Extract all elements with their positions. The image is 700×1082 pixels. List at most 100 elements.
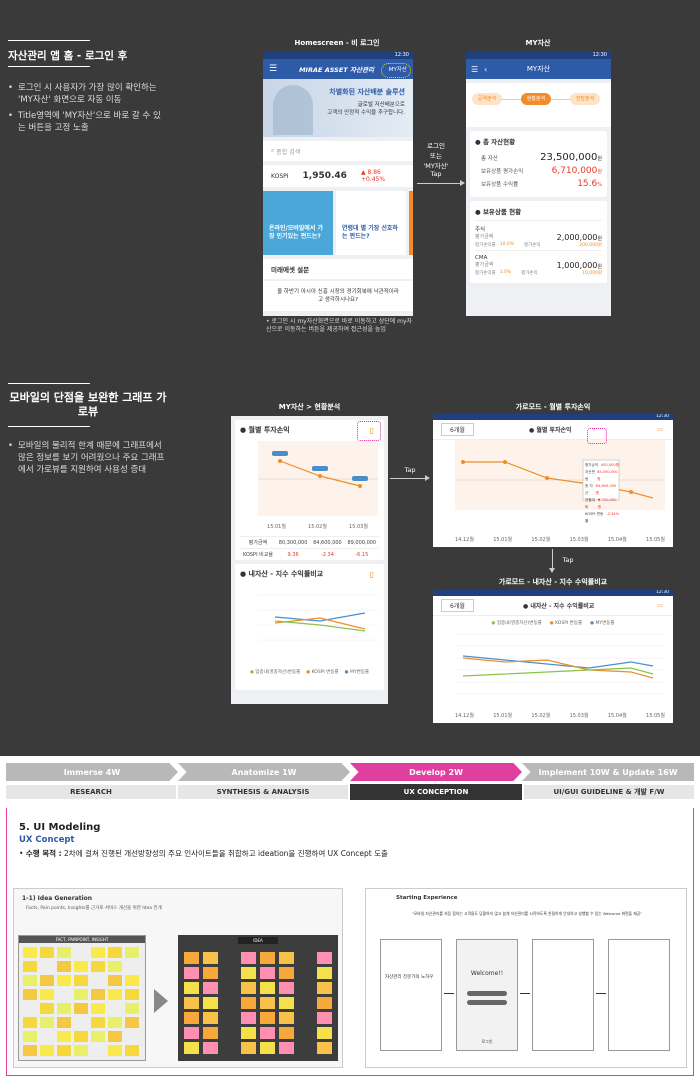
sub-guideline: UI/GUI GUIDELINE & 개발 F/W — [524, 785, 694, 799]
sticky-note — [125, 1017, 139, 1028]
section1-title: 자산관리 앱 홈 - 로그인 후 — [8, 50, 128, 62]
divider — [8, 383, 90, 384]
sticky-note — [279, 997, 294, 1009]
promo-banner[interactable]: 차별화된 자산배분 솔루션 글로벌 자산배분으로 고객의 안정적 수익을 추구합… — [263, 79, 413, 137]
search-bar[interactable]: ⌕ 종합 검색 — [263, 141, 413, 161]
kospi-value: 1,950.46 — [302, 171, 347, 181]
wire-screen — [608, 939, 670, 1051]
rate: 10.0% — [499, 242, 514, 247]
month-tick: 15.04월 — [607, 537, 627, 543]
sticky-note — [184, 997, 199, 1009]
kospi-row[interactable]: KOSPI 1,950.46 ▲ 8.86 +0.45% — [263, 165, 413, 187]
wire-arrow — [444, 993, 454, 994]
phase-develop: Develop 2W — [350, 763, 522, 781]
sticky-note — [40, 1045, 54, 1056]
unit: 원 — [597, 169, 602, 175]
analysis-steps: 공격분석 현황분석 전망분석 — [466, 83, 611, 127]
section2-title: 모바일의 단점을 보완한 그래프 가로뷰 — [9, 391, 167, 418]
my-label: MY자산 — [525, 39, 551, 47]
sticky-note — [184, 982, 199, 994]
sticky-note — [91, 947, 105, 958]
tap-hint: 로그인 또는 'MY자산' Tap — [423, 142, 449, 178]
tooltip-row: 총 자산 84,600,000원 — [585, 483, 619, 497]
label: 평가손익률 — [475, 243, 496, 248]
holding-row: 평가손익률 1.0% 평가손익 10,000원 — [475, 270, 602, 276]
step-analysis-2[interactable]: 현황분석 — [521, 93, 551, 105]
sticky-note — [260, 982, 275, 994]
home-note: • 로그인 시 my자산화면으로 바로 이동하고 상단에 my자산으로 이동하는… — [266, 318, 413, 333]
landscape-icon[interactable]: ▯ — [370, 570, 374, 579]
sticky-note — [91, 1003, 105, 1014]
sticky-note — [317, 967, 332, 979]
table-cell: 9.36 — [275, 548, 311, 560]
sticky-note — [23, 1045, 37, 1056]
table-cell: 89,000,000 — [344, 536, 379, 549]
landscape-icon[interactable]: ▭ — [657, 602, 663, 609]
label: 평가손익률 — [475, 271, 496, 276]
sticky-note — [23, 1031, 37, 1042]
step-analysis-1[interactable]: 공격분석 — [472, 93, 502, 105]
back-icon[interactable]: ‹ — [484, 65, 487, 74]
ui-modeling-section: 5. UI Modeling UX Concept • 수행 목적 : 2차에 … — [6, 808, 694, 1076]
v: -2.34% — [606, 512, 619, 516]
asset-row-value: 15.6% — [577, 179, 602, 189]
month-tick: 15.01월 — [493, 713, 513, 719]
pnl-tooltip: 평가손익 400,000원 자산변동 85,000,000원 총 자산 84,600,00… — [585, 462, 619, 525]
sticky-note — [317, 1027, 332, 1039]
pnl-title: ● 월별 투자손익 — [529, 427, 572, 434]
tooltip-row: KOSPI 변동률 -2.34% — [585, 511, 619, 525]
table-cell: 84,600,000 — [310, 536, 345, 549]
survey-row[interactable]: 미래에셋 설문 — [263, 259, 413, 279]
value: 6,710,000 — [551, 166, 598, 176]
sub-research: RESEARCH — [6, 785, 176, 799]
index-title: ● 내자산 - 지수 수익률비교 — [523, 603, 595, 610]
sub-synthesis: SYNTHESIS & ANALYSIS — [178, 785, 348, 799]
my-asset-phone: 12:30 ☰ ‹ MY자산 공격분석 현황분석 전망분석 ● 총 자산현황 총… — [466, 51, 611, 316]
idea-subtitle: Facts, Pain points, Insights를 근거로 서비스 개선… — [26, 906, 162, 911]
tile-popular-fund[interactable]: 온라인/모바일에서 가장 인기있는 펀드는? — [263, 191, 333, 255]
month-tick: 15.03월 — [349, 524, 368, 530]
bullet-item: Title영역에 'MY자산'으로 바로 갈 수 있는 버튼을 고정 노출 — [8, 110, 168, 134]
sticky-note — [203, 982, 218, 994]
sticky-note — [125, 1003, 139, 1014]
divider — [8, 426, 90, 427]
asset-row-label: 보유상품 평가손익 — [481, 169, 524, 175]
my-title: MY자산 — [526, 65, 551, 73]
pnl-mini-chart — [258, 441, 378, 516]
table-cell: 80,300,000 — [275, 536, 311, 549]
menu-icon[interactable]: ☰ — [269, 64, 277, 74]
starting-experience-board: Starting Experience "모바일 자산관리를 처음 접하는 고객… — [365, 888, 687, 1068]
banner-image — [273, 85, 313, 135]
month-tick: 15.03월 — [569, 537, 589, 543]
sticky-note — [40, 947, 54, 958]
scroll-accent — [409, 191, 413, 255]
sticky-note — [108, 947, 122, 958]
period-select[interactable]: 6개월 — [441, 423, 474, 436]
sticky-note — [74, 975, 88, 986]
divider — [8, 40, 90, 41]
table-cell: KOSPI 비교율 — [240, 548, 276, 560]
v: 2,000,000 — [556, 233, 598, 242]
holding-value: 1,000,000원 — [557, 261, 602, 270]
starting-quote: "모바일 자산관리를 처음 접하는 고객들도 당황하지 않고 쉽게 자산관리를 … — [411, 911, 642, 916]
holding-name: 주식 — [475, 227, 486, 233]
asset-row-value: 6,710,000원 — [552, 166, 602, 176]
search-input[interactable]: 종합 검색 — [276, 147, 300, 156]
step-analysis-3[interactable]: 전망분석 — [570, 93, 600, 105]
sticky-note — [279, 1012, 294, 1024]
legend-item: ● MY변동률 — [345, 669, 369, 675]
section2-bullets: 모바일의 물리적 한계 때문에 그래프에서 많은 정보를 보기 어려웠으나 주요… — [8, 440, 168, 480]
month-tick: 15.05월 — [646, 713, 665, 719]
sticky-note — [74, 961, 88, 972]
landscape-icon[interactable]: ▭ — [657, 426, 663, 433]
sticky-note — [40, 1003, 54, 1014]
wire-headline: 자산관리 전문가의 노하우 — [385, 975, 434, 980]
v: 85,000,000원 — [597, 470, 618, 481]
sticky-note — [260, 967, 275, 979]
menu-icon[interactable]: ☰ — [471, 65, 478, 74]
sticky-note — [184, 1012, 199, 1024]
tile-age-fund[interactable]: 연령대 별 가장 선호하는 펀드는? — [336, 191, 406, 255]
monthly-pnl-card: ● 월별 투자손익 ▯ 15.01월 15.02월 15.03월 평가금액 80,30… — [235, 420, 384, 560]
period-select[interactable]: 6개월 — [441, 599, 474, 612]
sticky-note — [23, 975, 37, 986]
